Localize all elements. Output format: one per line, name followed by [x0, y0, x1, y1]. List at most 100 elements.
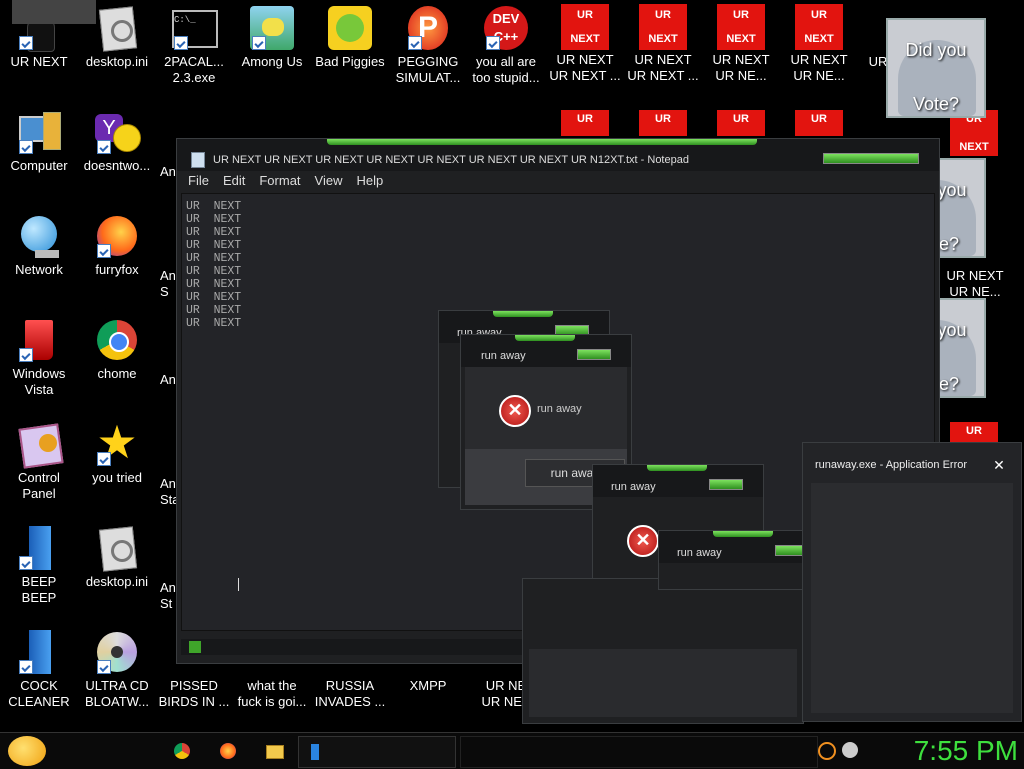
ur-tile-top: UR: [655, 9, 671, 21]
desktop-icon[interactable]: UR NEXT UR NEXT UR NE...: [702, 0, 780, 84]
text-cursor: [238, 578, 239, 591]
desktop-icon[interactable]: Y doesntwo...: [78, 104, 156, 174]
desktop-icon[interactable]: BEEP BEEP: [0, 520, 78, 606]
computer-icon: [15, 108, 63, 156]
desktop-icon[interactable]: UR NEXT UR NEXT UR NEXT ...: [546, 0, 624, 84]
yahoo-icon: Y: [93, 108, 141, 156]
notepad-titlebar[interactable]: UR NEXT UR NEXT UR NEXT UR NEXT UR NEXT …: [177, 139, 939, 171]
window-controls[interactable]: [709, 479, 743, 490]
taskbar-clock[interactable]: 7:55 PM: [868, 735, 1018, 767]
ur-next-icon[interactable]: UR: [561, 110, 609, 136]
icon-label: UR NEXT: [10, 54, 68, 69]
desktop-icon[interactable]: Among Us: [233, 0, 311, 70]
vote-tile[interactable]: Did you Vote?: [886, 18, 986, 118]
icon-label[interactable]: An St: [160, 580, 176, 612]
window-controls[interactable]: [577, 349, 611, 360]
icon-label: 2PACAL... 2.3.exe: [164, 54, 224, 85]
icon-label[interactable]: An: [160, 164, 176, 179]
ur-tile-top: UR: [733, 113, 749, 125]
icon-label: UR NEXT UR NE...: [790, 52, 848, 83]
icon-label: Among Us: [241, 54, 303, 69]
game-icon: [248, 4, 296, 52]
menu-edit[interactable]: Edit: [223, 173, 245, 193]
ur-tile-bottom: NEXT: [804, 33, 834, 45]
icon-label: furryfox: [95, 262, 139, 277]
menu-help[interactable]: Help: [356, 173, 383, 193]
vote-tile-line2: Vote?: [912, 94, 960, 114]
resize-grip[interactable]: [189, 641, 201, 653]
desktop-icon[interactable]: ★ you tried: [78, 416, 156, 486]
desktop-icon[interactable]: P PEGGING SIMULAT...: [389, 0, 467, 86]
terminal-icon: C:\_: [170, 4, 218, 52]
taskbar-folder-icon[interactable]: [262, 739, 286, 763]
ur-tile-bottom: NEXT: [959, 141, 989, 153]
menu-view[interactable]: View: [315, 173, 343, 193]
notepad-title: UR NEXT UR NEXT UR NEXT UR NEXT UR NEXT …: [213, 154, 689, 166]
icon-label: BEEP BEEP: [21, 574, 57, 605]
tray-icon[interactable]: [842, 742, 858, 758]
ur-next-icon[interactable]: UR: [639, 110, 687, 136]
application-error-window[interactable]: runaway.exe - Application Error ✕: [802, 442, 1022, 722]
desktop-icon[interactable]: desktop.ini: [78, 520, 156, 590]
taskbar-notepad-button[interactable]: [298, 736, 456, 768]
icon-label: UR NEXT UR NEXT ...: [627, 52, 699, 83]
chrome-icon: [93, 316, 141, 364]
dialog-title: run away: [611, 481, 656, 493]
menu-format[interactable]: Format: [259, 173, 300, 193]
blank-window[interactable]: [522, 578, 804, 724]
icon-label: RUSSIA INVADES ...: [314, 678, 386, 709]
error-titlebar[interactable]: runaway.exe - Application Error ✕: [803, 443, 1021, 483]
taskbar-firefox-icon[interactable]: [216, 739, 240, 763]
black-cat-icon: [12, 0, 96, 52]
ur-next-icon[interactable]: UR: [950, 422, 998, 442]
ur-next-icon[interactable]: UR: [795, 110, 843, 136]
desktop-icon[interactable]: furryfox: [78, 208, 156, 278]
desktop-icon[interactable]: Network: [0, 208, 78, 278]
error-icon: ✕: [627, 525, 659, 557]
desktop-icon[interactable]: Windows Vista: [0, 312, 78, 398]
desktop-icon[interactable]: C:\_ 2PACAL... 2.3.exe: [155, 0, 233, 86]
icon-label: desktop.ini: [85, 574, 149, 589]
desktop-icon[interactable]: UR NEXT UR NEXT UR NEXT ...: [624, 0, 702, 84]
dialog-titlebar[interactable]: run away: [659, 531, 809, 563]
desktop-icon[interactable]: ULTRA CD BLOATW...: [78, 624, 156, 710]
blue-file-icon: [15, 628, 63, 676]
icon-label: Network: [15, 262, 63, 277]
desktop-icon[interactable]: desktop.ini: [78, 0, 156, 70]
window-accent: [647, 465, 707, 471]
icon-label: ULTRA CD BLOATW...: [84, 678, 150, 709]
firefox-icon: [93, 212, 141, 260]
icon-label[interactable]: An: [160, 372, 176, 387]
runaway-dialog[interactable]: run away: [658, 530, 809, 590]
dialog-message: run away: [537, 403, 582, 415]
desktop-icon[interactable]: UR NEXT UR NEXT UR NE...: [780, 0, 858, 84]
icon-label: UR NEXT UR NEXT ...: [549, 52, 621, 83]
error-icon: ✕: [499, 395, 531, 427]
ur-next-icon[interactable]: UR: [717, 110, 765, 136]
taskbar-chrome-icon[interactable]: [170, 739, 194, 763]
desktop-icon[interactable]: DEV C++ you all are too stupid...: [467, 0, 545, 86]
menu-file[interactable]: File: [188, 173, 209, 193]
icon-label: desktop.ini: [85, 54, 149, 69]
cd-icon: [93, 628, 141, 676]
desktop-icon[interactable]: UR NEXT: [0, 0, 96, 70]
icon-label: chome: [97, 366, 137, 381]
settings-file-icon: [93, 4, 141, 52]
close-icon[interactable]: ✕: [989, 455, 1009, 475]
desktop-icon[interactable]: Computer: [0, 104, 78, 174]
icon-label[interactable]: An S: [160, 268, 176, 300]
ur-tile-top: UR: [966, 425, 982, 437]
icon-label: COCK CLEANER: [8, 678, 70, 709]
search-icon[interactable]: [818, 742, 836, 760]
start-button[interactable]: [8, 736, 46, 766]
dialog-titlebar[interactable]: run away: [593, 465, 763, 497]
desktop-icon[interactable]: Bad Piggies: [311, 0, 389, 70]
icon-label: Computer: [10, 158, 68, 173]
desktop-icon[interactable]: Control Panel: [0, 416, 78, 502]
desktop-icon[interactable]: chome: [78, 312, 156, 382]
icon-label: Control Panel: [18, 470, 60, 501]
dialog-titlebar[interactable]: run away: [461, 335, 631, 367]
window-controls[interactable]: [823, 153, 919, 164]
pig-icon: [326, 4, 374, 52]
desktop-icon[interactable]: COCK CLEANER: [0, 624, 78, 710]
